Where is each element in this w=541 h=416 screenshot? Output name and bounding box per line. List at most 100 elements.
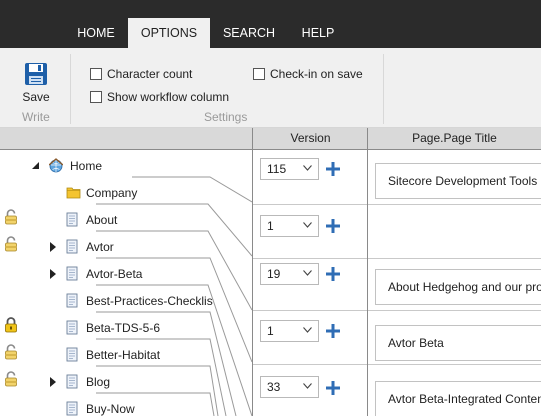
chevron-down-icon xyxy=(303,383,312,389)
show-workflow-column-checkbox[interactable]: Show workflow column xyxy=(90,90,229,104)
page-icon xyxy=(66,266,80,281)
folder-icon xyxy=(66,185,81,200)
page-title-field[interactable]: Sitecore Development Tools xyxy=(375,163,541,199)
tree-item-label: Better-Habitat xyxy=(86,348,161,362)
page-icon xyxy=(66,374,80,389)
page-icon xyxy=(66,320,80,335)
tree-row-company[interactable]: Company xyxy=(22,179,252,206)
version-select[interactable]: 19 xyxy=(260,263,319,285)
page-title-column: Sitecore Development Tools About Hedgeho… xyxy=(367,150,541,416)
grid-header: Version Page.Page Title xyxy=(0,128,541,150)
character-count-checkbox[interactable]: Character count xyxy=(90,67,192,81)
row-divider xyxy=(368,204,541,205)
tree-row-blog[interactable]: Blog xyxy=(22,368,252,395)
page-icon xyxy=(66,293,80,308)
top-tab-bar: HOME OPTIONS SEARCH HELP xyxy=(0,0,541,48)
lock-status-column xyxy=(0,150,22,416)
tree-item-label: Beta-TDS-5-6 xyxy=(86,321,161,335)
checkbox-box[interactable] xyxy=(253,68,265,80)
tab-home[interactable]: HOME xyxy=(66,18,126,48)
version-value: 1 xyxy=(267,324,274,338)
tree-row-best-practices-checklist[interactable]: Best-Practices-Checklis xyxy=(22,287,252,314)
tree-row-avtor[interactable]: Avtor xyxy=(22,233,252,260)
tree-row-beta-tds[interactable]: Beta-TDS-5-6 xyxy=(22,314,252,341)
chevron-down-icon xyxy=(303,165,312,171)
tree-item-label: About xyxy=(86,213,118,227)
tree-item-label: Home xyxy=(70,159,103,173)
version-select[interactable]: 33 xyxy=(260,376,319,398)
row-divider xyxy=(253,204,369,205)
add-version-plus-icon[interactable] xyxy=(326,324,340,338)
unlocked-padlock-icon[interactable] xyxy=(4,209,18,225)
character-count-label: Character count xyxy=(107,67,193,81)
chevron-down-icon xyxy=(303,327,312,333)
floppy-disk-icon xyxy=(24,62,48,86)
check-in-on-save-checkbox[interactable]: Check-in on save xyxy=(253,67,363,81)
add-version-plus-icon[interactable] xyxy=(326,219,340,233)
add-version-plus-icon[interactable] xyxy=(326,381,340,395)
add-version-plus-icon[interactable] xyxy=(326,162,340,176)
tree-item-label: Avtor xyxy=(86,240,114,254)
content-tree: Home Company About Avtor Avtor-Beta Best… xyxy=(22,150,252,416)
add-version-plus-icon[interactable] xyxy=(326,267,340,281)
version-column: 115 1 19 1 33 xyxy=(252,150,369,416)
tree-row-avtor-beta[interactable]: Avtor-Beta xyxy=(22,260,252,287)
expand-arrow-icon[interactable] xyxy=(49,269,57,279)
collapse-arrow-icon[interactable] xyxy=(32,161,40,171)
unlocked-padlock-icon[interactable] xyxy=(4,236,18,252)
tree-item-label: Best-Practices-Checklis xyxy=(86,294,213,308)
page-title-field[interactable]: Avtor Beta xyxy=(375,325,541,361)
row-divider xyxy=(253,364,369,365)
save-button[interactable]: Save xyxy=(14,58,58,106)
page-icon xyxy=(66,239,80,254)
unlocked-padlock-icon[interactable] xyxy=(4,371,18,387)
write-group-label: Write xyxy=(22,110,50,124)
version-select[interactable]: 1 xyxy=(260,320,319,342)
page-title-field[interactable]: About Hedgehog and our pro xyxy=(375,269,541,305)
ribbon-separator xyxy=(70,54,71,124)
page-icon xyxy=(66,347,80,362)
tree-row-buy-now[interactable]: Buy-Now xyxy=(22,395,252,416)
version-value: 33 xyxy=(267,380,281,394)
ribbon-separator xyxy=(383,54,384,124)
tree-row-home[interactable]: Home xyxy=(22,152,252,179)
unlocked-padlock-icon[interactable] xyxy=(4,344,18,360)
row-divider xyxy=(253,310,369,311)
show-workflow-column-label: Show workflow column xyxy=(107,90,230,104)
chevron-down-icon xyxy=(303,222,312,228)
version-value: 19 xyxy=(267,267,281,281)
tree-row-better-habitat[interactable]: Better-Habitat xyxy=(22,341,252,368)
row-divider xyxy=(368,310,541,311)
save-label: Save xyxy=(22,90,50,104)
version-value: 115 xyxy=(267,162,287,176)
row-divider xyxy=(253,258,369,259)
locked-padlock-icon[interactable] xyxy=(4,317,18,333)
check-in-on-save-label: Check-in on save xyxy=(270,67,363,81)
tab-help[interactable]: HELP xyxy=(288,18,348,48)
version-select[interactable]: 115 xyxy=(260,158,319,180)
tab-search[interactable]: SEARCH xyxy=(214,18,284,48)
chevron-down-icon xyxy=(303,270,312,276)
home-globe-icon xyxy=(49,158,63,173)
expand-arrow-icon[interactable] xyxy=(49,242,57,252)
tree-item-label: Blog xyxy=(86,375,111,389)
page-title-field[interactable]: Avtor Beta-Integrated Conten xyxy=(375,381,541,416)
version-select[interactable]: 1 xyxy=(260,215,319,237)
tree-item-label: Avtor-Beta xyxy=(86,267,143,281)
settings-group-label: Settings xyxy=(204,110,248,124)
tree-item-label: Company xyxy=(86,186,138,200)
row-divider xyxy=(368,258,541,259)
tree-item-label: Buy-Now xyxy=(86,402,135,416)
page-icon xyxy=(66,212,80,227)
column-header-page-title[interactable]: Page.Page Title xyxy=(367,128,541,149)
ribbon: Save Write Character count Show workflow… xyxy=(0,48,541,128)
checkbox-box[interactable] xyxy=(90,68,102,80)
column-header-version[interactable]: Version xyxy=(252,128,368,149)
tree-row-about[interactable]: About xyxy=(22,206,252,233)
tab-options[interactable]: OPTIONS xyxy=(128,18,210,48)
page-icon xyxy=(66,401,80,416)
checkbox-box[interactable] xyxy=(90,91,102,103)
expand-arrow-icon[interactable] xyxy=(49,377,57,387)
row-divider xyxy=(368,364,541,365)
version-value: 1 xyxy=(267,219,274,233)
